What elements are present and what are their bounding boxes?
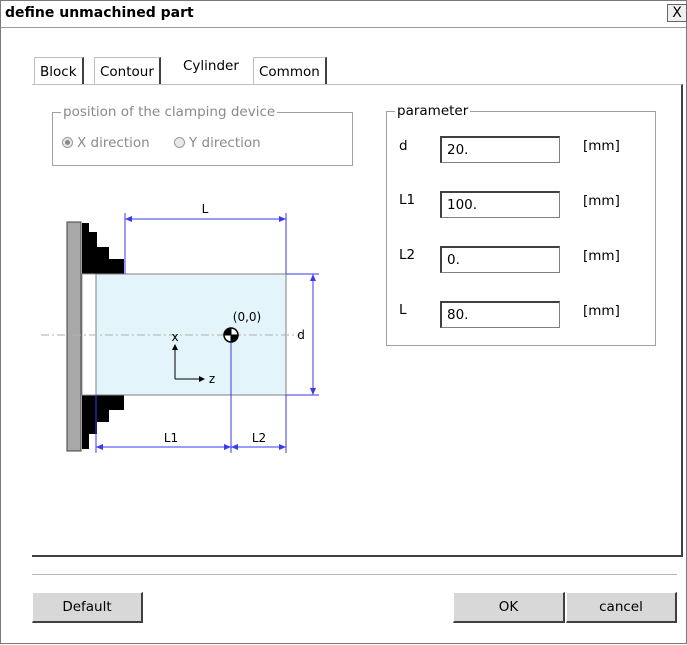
dim-label-l1: L1 (164, 431, 178, 445)
button-separator (32, 574, 677, 575)
cylinder-diagram: L d L1 L2 (0,0) x z (41, 202, 319, 453)
dialog-window: define unmachined part X Block Contour C… (0, 0, 687, 644)
origin-label: (0,0) (233, 310, 261, 324)
dim-label-d: d (297, 328, 305, 342)
chuck-plate (66, 221, 82, 452)
cancel-button[interactable]: cancel (566, 592, 677, 623)
default-button[interactable]: Default (32, 592, 143, 623)
chuck-jaw-upper (82, 223, 124, 274)
chuck-jaw-lower (82, 395, 124, 449)
x-axis-label: x (171, 330, 178, 344)
dim-label-l: L (202, 202, 209, 216)
ok-button[interactable]: OK (453, 592, 565, 623)
dim-label-l2: L2 (252, 431, 266, 445)
z-axis-label: z (209, 372, 215, 386)
